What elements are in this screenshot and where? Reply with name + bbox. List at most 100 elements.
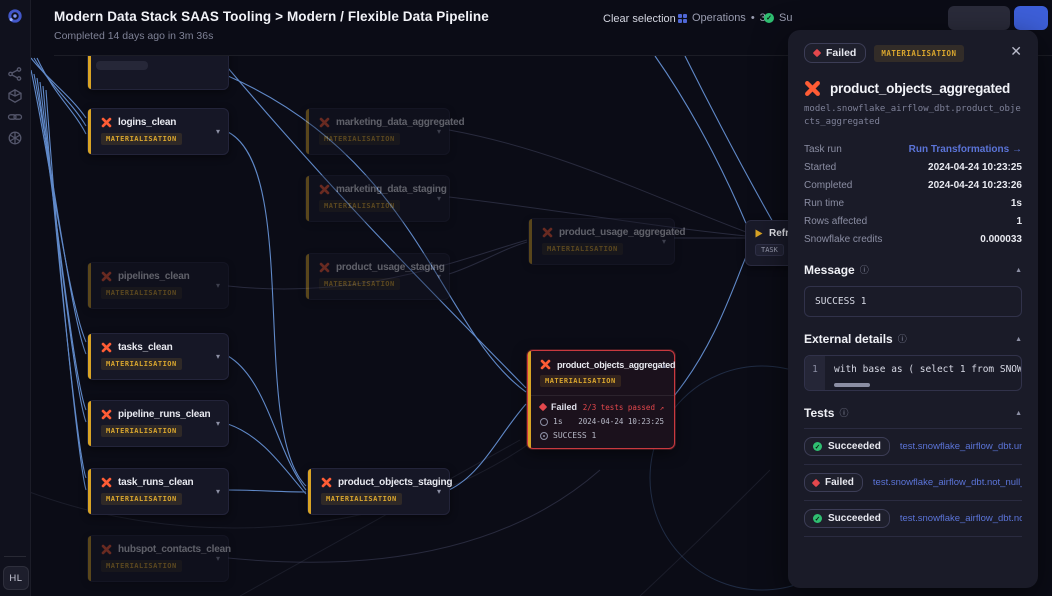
close-icon[interactable]: ✕ bbox=[1010, 44, 1022, 58]
dbt-icon bbox=[101, 477, 112, 488]
detail-row: Rows affected 1 bbox=[804, 212, 1022, 230]
success-check-icon: ✓ bbox=[813, 442, 822, 451]
success-check-icon: ✓ bbox=[764, 13, 774, 23]
detail-value: 2024-04-24 10:23:25 bbox=[928, 162, 1022, 173]
sidebar-divider bbox=[4, 556, 26, 557]
detail-value: 1s bbox=[1011, 198, 1022, 209]
info-icon[interactable]: ⓘ bbox=[839, 409, 848, 418]
dbt-icon bbox=[804, 80, 821, 97]
chevron-down-icon[interactable]: ▾ bbox=[662, 238, 666, 246]
materialisation-badge: MATERIALISATION bbox=[321, 493, 402, 505]
dag-icon[interactable] bbox=[7, 66, 23, 82]
collapse-icon[interactable]: ▲ bbox=[1015, 336, 1022, 343]
chevron-down-icon[interactable]: ▾ bbox=[437, 195, 441, 203]
horizontal-scrollbar[interactable] bbox=[834, 383, 870, 387]
chevron-down-icon[interactable]: ▾ bbox=[216, 128, 220, 136]
failed-diamond-icon bbox=[812, 478, 820, 486]
nav-sidebar: HL bbox=[0, 0, 31, 596]
chevron-down-icon[interactable]: ▾ bbox=[216, 488, 220, 496]
node-detail-panel: Failed MATERIALISATION ✕ product_objects… bbox=[788, 30, 1038, 588]
collapse-icon[interactable]: ▲ bbox=[1015, 267, 1022, 274]
materialisation-badge: MATERIALISATION bbox=[101, 493, 182, 505]
node-pipelines_clean[interactable]: pipelines_clean MATERIALISATION ▾ bbox=[87, 262, 229, 309]
secondary-action-button[interactable] bbox=[948, 6, 1010, 30]
detail-label: Started bbox=[804, 162, 836, 173]
dbt-icon bbox=[319, 184, 330, 195]
operations-filter-chip[interactable]: Operations • 35 bbox=[678, 12, 772, 24]
test-link[interactable]: test.snowflake_airflow_dbt.unique_pro bbox=[900, 441, 1022, 452]
divider bbox=[528, 395, 674, 396]
dbt-icon bbox=[101, 409, 112, 420]
dbt-icon bbox=[319, 117, 330, 128]
node-accent-bar bbox=[88, 263, 91, 308]
globe-icon[interactable] bbox=[7, 130, 23, 146]
page-subtitle: Completed 14 days ago in 3m 36s bbox=[54, 30, 213, 42]
cube-icon[interactable] bbox=[7, 88, 23, 104]
collapse-icon[interactable]: ▲ bbox=[1015, 410, 1022, 417]
info-icon[interactable]: ⓘ bbox=[898, 335, 907, 344]
chevron-down-icon[interactable]: ▾ bbox=[216, 282, 220, 290]
test-link[interactable]: test.snowflake_airflow_dbt.not_null_pr bbox=[900, 513, 1022, 524]
chevron-down-icon[interactable]: ▾ bbox=[216, 353, 220, 361]
test-row: ✓ Succeeded test.snowflake_airflow_dbt.u… bbox=[804, 429, 1022, 465]
chevron-down-icon[interactable]: ▾ bbox=[216, 420, 220, 428]
node-hubspot_contacts_clean[interactable]: hubspot_contacts_clean MATERIALISATION ▾ bbox=[87, 535, 229, 582]
primary-action-button[interactable] bbox=[1014, 6, 1048, 30]
succeeded-label: Su bbox=[779, 12, 792, 24]
node-product_objects_aggregated-selected[interactable]: product_objects_aggregated MATERIALISATI… bbox=[527, 350, 675, 449]
info-icon[interactable]: ⓘ bbox=[860, 266, 869, 275]
succeeded-filter-chip[interactable]: ✓ Su bbox=[764, 12, 792, 24]
status-dot-icon bbox=[540, 432, 548, 440]
node-label: pipeline_runs_clean bbox=[118, 409, 210, 420]
operations-label: Operations bbox=[692, 12, 746, 24]
success-check-icon: ✓ bbox=[813, 514, 822, 523]
tests-summary-link[interactable]: 2/3 tests passed ↗ bbox=[583, 403, 664, 412]
message-content: SUCCESS 1 bbox=[804, 286, 1022, 317]
node-accent-bar bbox=[88, 334, 91, 379]
node-accent-bar bbox=[88, 469, 91, 514]
chevron-down-icon[interactable]: ▾ bbox=[437, 488, 441, 496]
materialisation-badge: MATERIALISATION bbox=[542, 243, 623, 255]
node-logins_clean[interactable]: logins_clean MATERIALISATION ▾ bbox=[87, 108, 229, 155]
user-avatar[interactable]: HL bbox=[3, 566, 29, 590]
node-label: marketing_data_aggregated bbox=[336, 117, 464, 128]
detail-row: Task run Run Transformations → bbox=[804, 140, 1022, 158]
materialisation-badge: MATERIALISATION bbox=[101, 425, 182, 437]
node-product_usage_aggregated[interactable]: product_usage_aggregated MATERIALISATION… bbox=[528, 218, 675, 265]
node-accent-bar bbox=[306, 109, 309, 154]
materialisation-badge: MATERIALISATION bbox=[319, 278, 400, 290]
materialisation-badge: MATERIALISATION bbox=[540, 375, 621, 387]
node-task_runs_clean[interactable]: task_runs_clean MATERIALISATION ▾ bbox=[87, 468, 229, 515]
node-product_usage_staging[interactable]: product_usage_staging MATERIALISATION ▾ bbox=[305, 253, 450, 300]
node-accent-bar bbox=[528, 351, 531, 448]
detail-label: Task run bbox=[804, 144, 842, 155]
test-link[interactable]: test.snowflake_airflow_dbt.not_null_pr bbox=[873, 477, 1022, 488]
panel-title-row: product_objects_aggregated bbox=[804, 80, 1022, 97]
chevron-up-icon[interactable]: ▴ bbox=[662, 362, 666, 370]
link-icon[interactable] bbox=[7, 109, 23, 125]
node-label: hubspot_contacts_clean bbox=[118, 544, 231, 555]
node-pipeline_runs_clean[interactable]: pipeline_runs_clean MATERIALISATION ▾ bbox=[87, 400, 229, 447]
chevron-down-icon[interactable]: ▾ bbox=[437, 273, 441, 281]
chevron-down-icon[interactable]: ▾ bbox=[437, 128, 441, 136]
materialisation-badge: MATERIALISATION bbox=[101, 560, 182, 572]
sql-code[interactable]: with base as ( select 1 from SNOWFLAKE bbox=[825, 356, 1021, 390]
failed-diamond-icon bbox=[539, 403, 547, 411]
node-product_objects_staging[interactable]: product_objects_staging MATERIALISATION … bbox=[307, 468, 450, 515]
node-marketing_data_staging[interactable]: marketing_data_staging MATERIALISATION ▾ bbox=[305, 175, 450, 222]
detail-value: 2024-04-24 10:23:26 bbox=[928, 180, 1022, 191]
node-label: task_runs_clean bbox=[118, 477, 193, 488]
node-label: product_usage_aggregated bbox=[559, 227, 685, 238]
orchestra-logo[interactable] bbox=[7, 8, 23, 24]
clear-selection-button[interactable]: Clear selection bbox=[603, 13, 676, 25]
node-tasks_clean[interactable]: tasks_clean MATERIALISATION ▾ bbox=[87, 333, 229, 380]
node-accent-bar bbox=[88, 109, 91, 154]
chevron-down-icon[interactable]: ▾ bbox=[216, 555, 220, 563]
test-status-badge: ✓ Succeeded bbox=[804, 509, 890, 528]
node-accent-bar bbox=[306, 176, 309, 221]
dbt-icon bbox=[540, 359, 551, 370]
tests-section: Tests ⓘ ▲ ✓ Succeeded test.snowflake_air… bbox=[804, 406, 1022, 537]
node-marketing_data_aggregated[interactable]: marketing_data_aggregated MATERIALISATIO… bbox=[305, 108, 450, 155]
task-run-link[interactable]: Run Transformations → bbox=[909, 144, 1022, 155]
node-accent-bar bbox=[306, 254, 309, 299]
